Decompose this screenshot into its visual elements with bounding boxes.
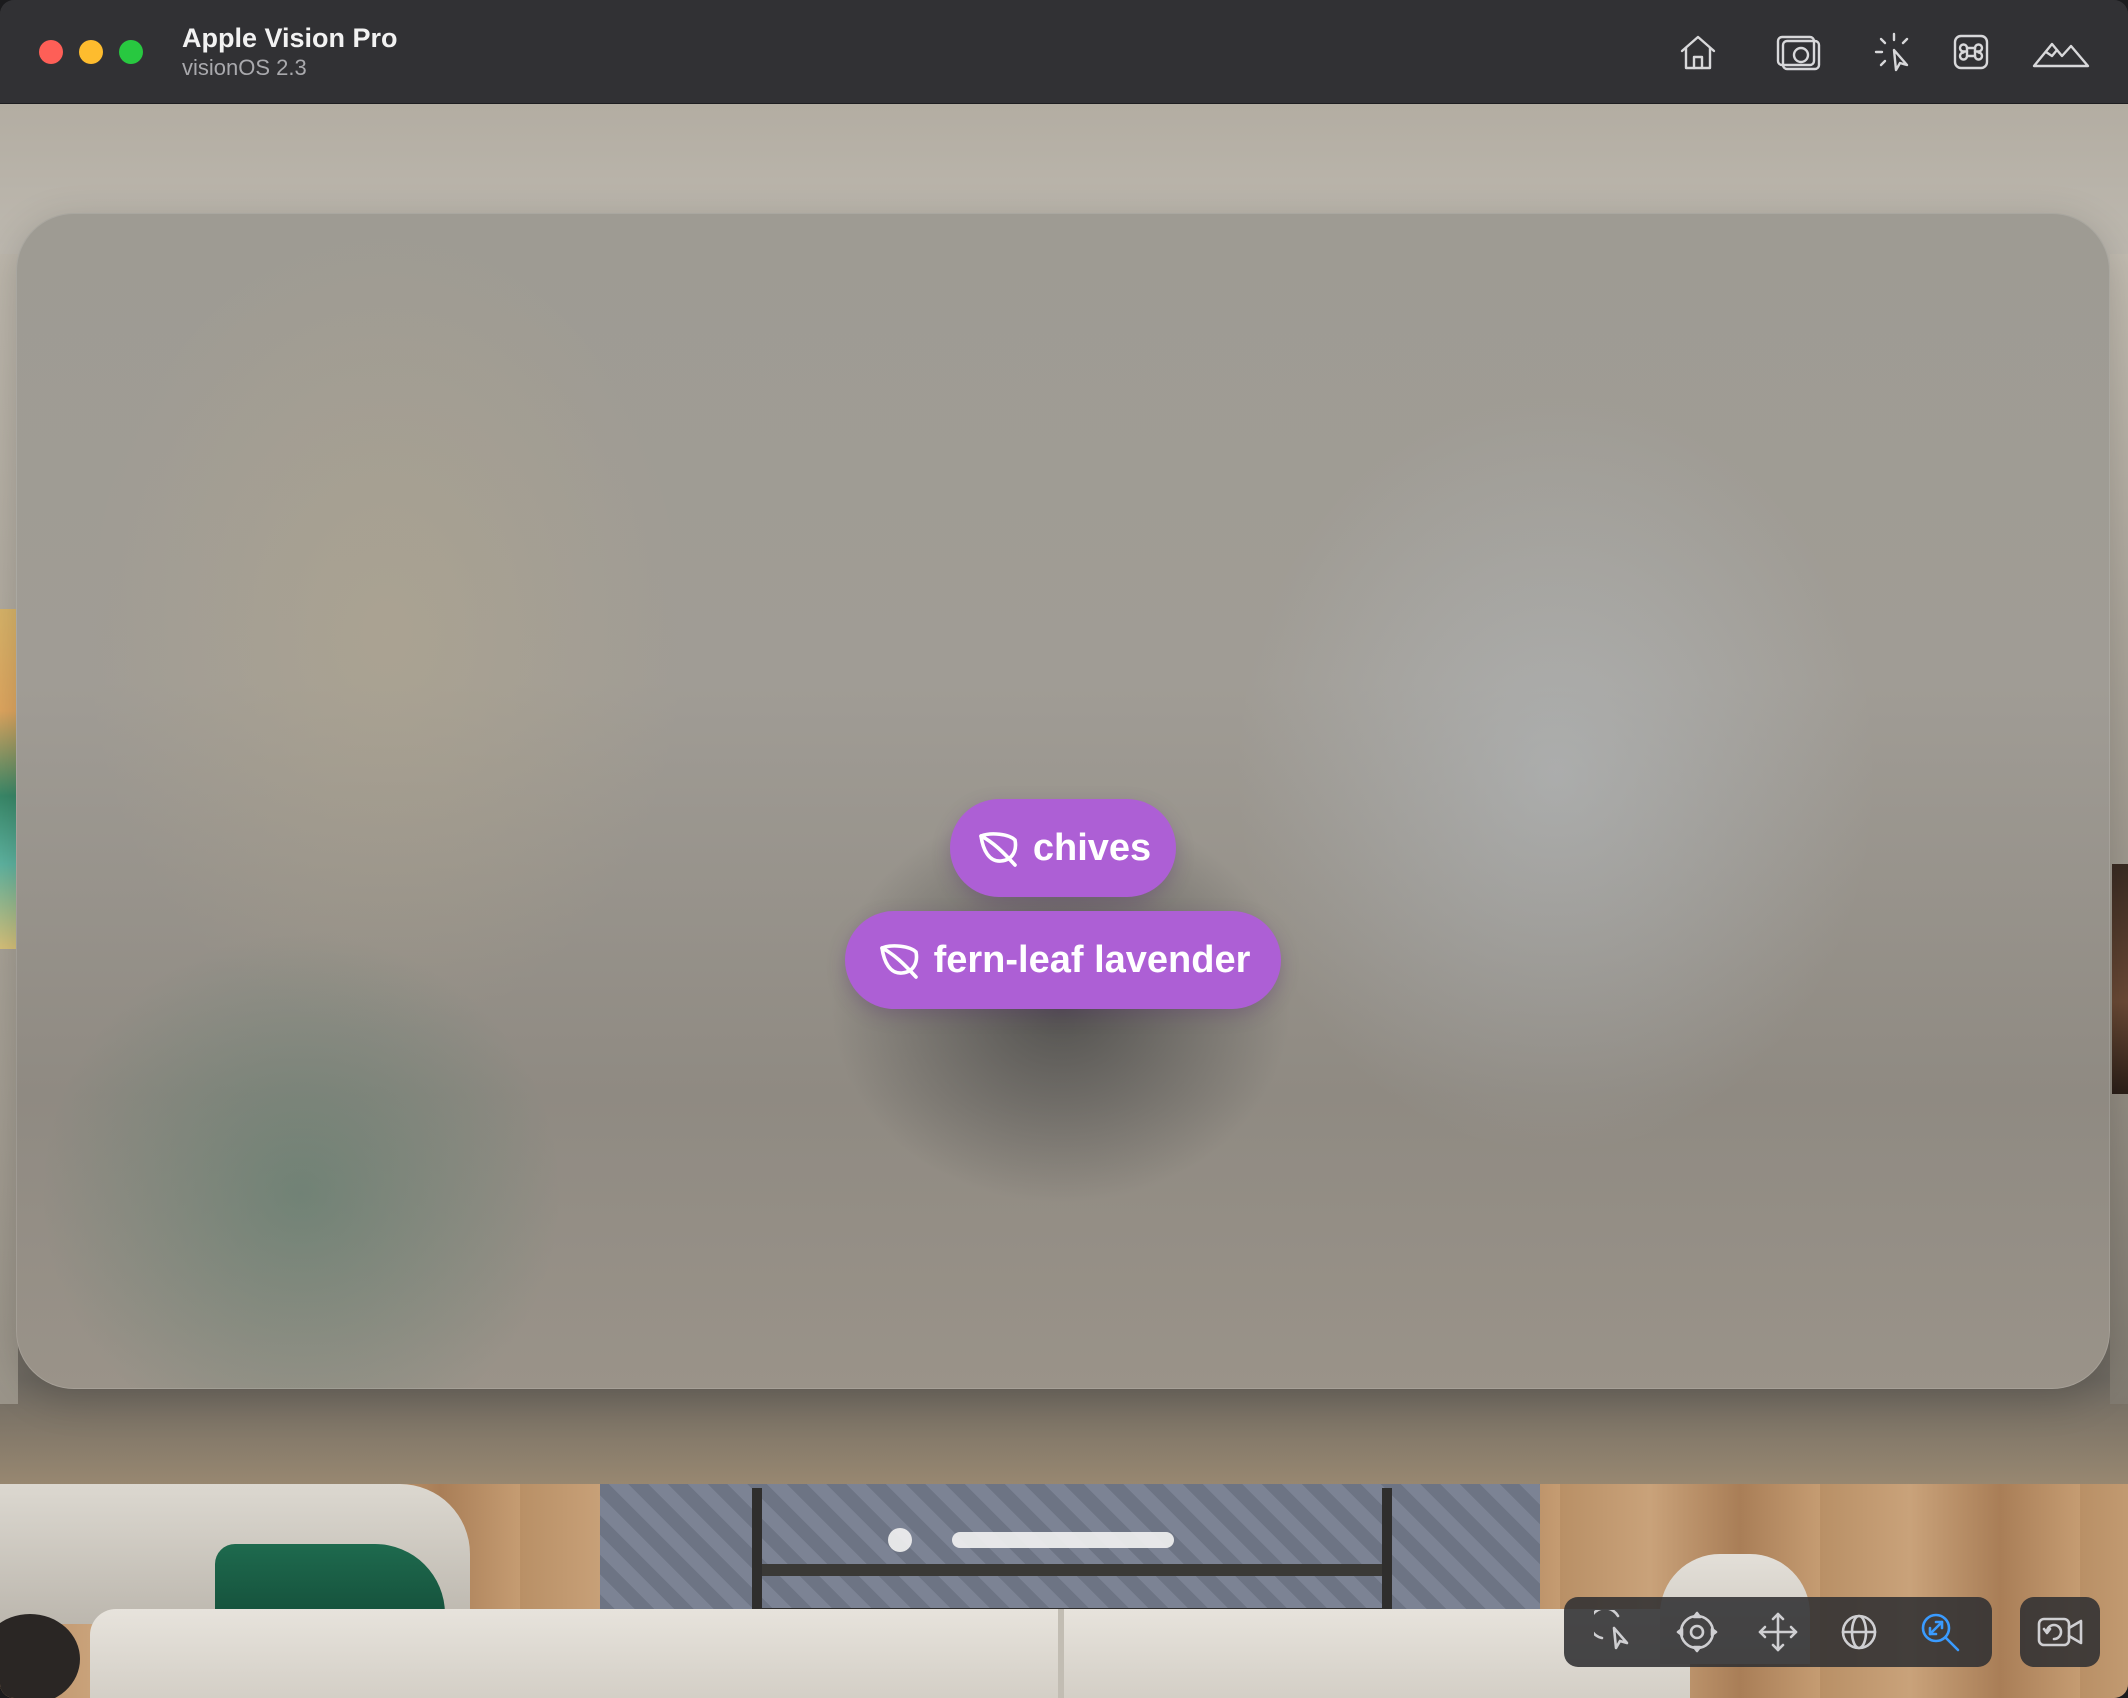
zoom-tool-button[interactable] [1910, 1602, 1970, 1662]
interaction-toolbar [1564, 1597, 1992, 1667]
plant-tag-fern-leaf-lavender[interactable]: fern-leaf lavender [845, 911, 1281, 1009]
pointer-capture-button[interactable] [1868, 24, 1920, 80]
environment-mountains-icon [2032, 42, 2090, 68]
title-bar: Apple Vision Pro visionOS 2.3 [0, 0, 2128, 104]
pan-tool-button[interactable] [1748, 1602, 1808, 1662]
pan-icon [1758, 1612, 1798, 1652]
select-tool-button[interactable] [1586, 1602, 1646, 1662]
look-around-icon [1676, 1611, 1718, 1653]
close-window-button[interactable] [39, 40, 63, 64]
screenshot-button[interactable] [1772, 24, 1824, 80]
home-icon [1680, 35, 1716, 70]
leaf-icon [979, 832, 1018, 867]
plant-tag-chives[interactable]: chives [950, 799, 1176, 897]
leaf-icon [879, 944, 918, 979]
sofa-cushion-seam [1058, 1609, 1064, 1698]
window-subtitle: visionOS 2.3 [182, 55, 307, 80]
look-tool-button[interactable] [1667, 1602, 1727, 1662]
keyboard-capture-button[interactable] [1948, 24, 1994, 80]
window-close-dot[interactable] [888, 1528, 912, 1552]
select-pointer-icon [1594, 1610, 1629, 1650]
plant-tag-label: fern-leaf lavender [933, 938, 1251, 981]
minimize-window-button[interactable] [79, 40, 103, 64]
wall-picture-frame [2112, 864, 2128, 1094]
orbit-tool-button[interactable] [1829, 1602, 1889, 1662]
title-block: Apple Vision Pro visionOS 2.3 [182, 22, 398, 82]
plant-tag-label: chives [1032, 826, 1152, 869]
home-button[interactable] [1672, 24, 1724, 80]
zoom-window-button[interactable] [119, 40, 143, 64]
tv-stand [752, 1488, 1392, 1618]
simulator-window: Apple Vision Pro visionOS 2.3 chives fer… [0, 0, 2128, 1698]
camera-reset-icon [2037, 1617, 2083, 1647]
pointer-tap-icon [1874, 32, 1909, 72]
window-move-bar[interactable] [952, 1532, 1174, 1548]
environment-button[interactable] [2030, 24, 2092, 80]
sofa [90, 1609, 1690, 1698]
zoom-icon [1921, 1613, 1959, 1652]
room-wall-right [2110, 254, 2128, 1404]
window-title: Apple Vision Pro [182, 23, 398, 53]
tv-stand-shelf [762, 1564, 1382, 1576]
orbit-icon [1841, 1614, 1877, 1650]
camera-reset-button[interactable] [2020, 1597, 2100, 1667]
command-key-icon [1953, 34, 1989, 70]
screenshot-camera-icon [1776, 35, 1821, 71]
